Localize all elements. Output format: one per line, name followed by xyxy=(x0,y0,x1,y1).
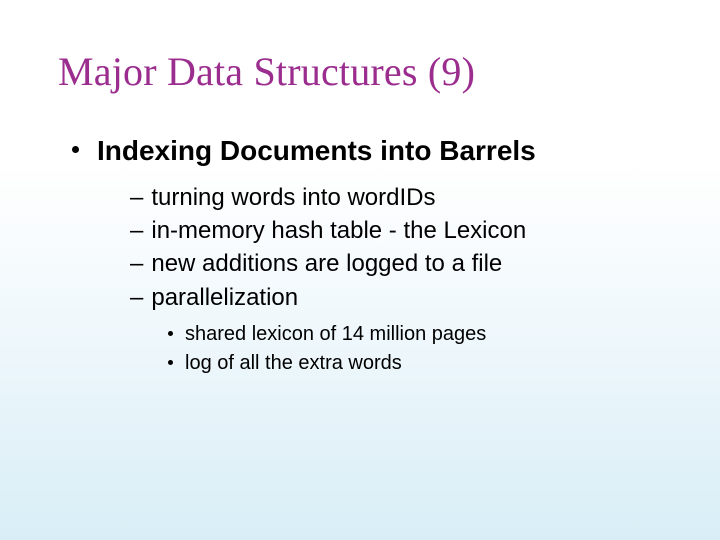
bullet-dot-icon xyxy=(72,146,79,153)
bullet-level-1: Indexing Documents into Barrels xyxy=(58,133,670,168)
bullet-level-3: log of all the extra words xyxy=(58,350,670,377)
bullet-l2-text: turning words into wordIDs xyxy=(151,182,435,213)
bullet-level-3: shared lexicon of 14 million pages xyxy=(58,321,670,348)
slide-title: Major Data Structures (9) xyxy=(58,48,670,95)
bullet-l2-text: in-memory hash table - the Lexicon xyxy=(151,215,526,246)
dash-icon: – xyxy=(130,215,143,246)
bullet-dot-icon xyxy=(168,331,173,336)
dash-icon: – xyxy=(130,248,143,279)
bullet-level-2: – parallelization xyxy=(58,282,670,313)
bullet-l3-text: log of all the extra words xyxy=(185,350,402,377)
bullet-dot-icon xyxy=(168,360,173,365)
bullet-l2-text: new additions are logged to a file xyxy=(151,248,502,279)
sub-bullet-group: shared lexicon of 14 million pages log o… xyxy=(58,321,670,377)
bullet-level-2: – turning words into wordIDs xyxy=(58,182,670,213)
slide: Major Data Structures (9) Indexing Docum… xyxy=(0,0,720,377)
bullet-l3-text: shared lexicon of 14 million pages xyxy=(185,321,486,348)
bullet-level-2: – in-memory hash table - the Lexicon xyxy=(58,215,670,246)
bullet-level-2: – new additions are logged to a file xyxy=(58,248,670,279)
dash-icon: – xyxy=(130,282,143,313)
dash-icon: – xyxy=(130,182,143,213)
bullet-l1-text: Indexing Documents into Barrels xyxy=(97,133,536,168)
bullet-l2-text: parallelization xyxy=(151,282,298,313)
